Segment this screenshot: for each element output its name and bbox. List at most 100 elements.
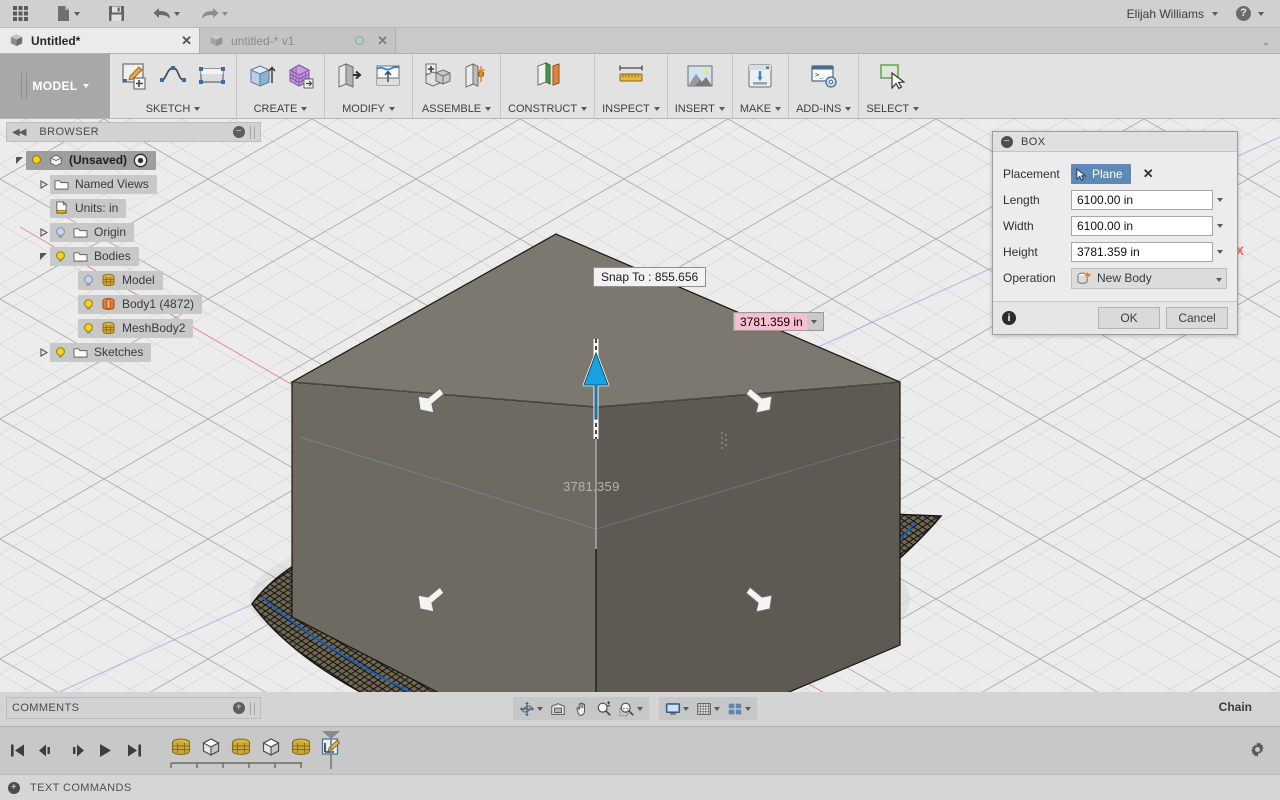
tree-pill[interactable]: Units: in: [50, 198, 127, 218]
zoom-window-caret-icon[interactable]: [637, 706, 643, 711]
rectangle-icon[interactable]: [195, 59, 229, 93]
box-dialog-titlebar[interactable]: − BOX: [993, 132, 1237, 152]
length-spinner-icon[interactable]: [1213, 190, 1227, 210]
workspace-switcher[interactable]: MODEL: [0, 54, 110, 118]
tree-pill[interactable]: Origin: [50, 222, 135, 242]
tree-pill[interactable]: Model: [78, 270, 163, 290]
split-face-icon[interactable]: [371, 59, 405, 93]
ribbon-group-label[interactable]: CREATE: [254, 103, 308, 118]
tree-pill[interactable]: (Unsaved): [26, 150, 157, 170]
width-spinner-icon[interactable]: [1213, 216, 1227, 236]
lightbulb-off-icon[interactable]: [54, 226, 67, 239]
tree-item-sketches[interactable]: Sketches: [6, 340, 261, 364]
dimension-caret-icon[interactable]: [807, 319, 821, 324]
ok-button[interactable]: OK: [1098, 307, 1160, 329]
step-back-icon[interactable]: [37, 740, 57, 762]
tree-item-units[interactable]: Units: in: [6, 196, 261, 220]
ribbon-group-label[interactable]: CONSTRUCT: [508, 103, 588, 118]
tab-close-icon[interactable]: ✕: [181, 34, 192, 47]
jump-end-icon[interactable]: [124, 740, 144, 762]
tree-pill[interactable]: MeshBody2: [78, 318, 194, 338]
grid-caret-icon[interactable]: [714, 706, 720, 711]
tree-item-bodies[interactable]: Bodies: [6, 244, 261, 268]
extrude-icon[interactable]: [244, 59, 278, 93]
select-icon[interactable]: [876, 59, 910, 93]
display-settings-icon[interactable]: [663, 698, 691, 719]
clear-placement-icon[interactable]: ✕: [1143, 166, 1154, 182]
pan-icon[interactable]: [571, 698, 591, 719]
height-spinner-icon[interactable]: [1213, 242, 1227, 262]
expand-arrow-down-icon[interactable]: [12, 156, 26, 165]
lightbulb-on-icon[interactable]: [54, 250, 67, 263]
save-icon[interactable]: [102, 1, 130, 27]
ribbon-group-label[interactable]: INSPECT: [602, 103, 660, 118]
tab-untitled-v1[interactable]: untitled-* v1 ✕: [200, 28, 396, 53]
expand-arrow-down-icon[interactable]: [36, 252, 50, 261]
dialog-collapse-icon[interactable]: −: [1001, 135, 1013, 148]
ribbon-group-label[interactable]: INSERT: [675, 103, 725, 118]
dimension-value[interactable]: 3781.359 in: [736, 313, 807, 330]
create-sketch-icon[interactable]: [117, 59, 151, 93]
browser-resize-grip[interactable]: [250, 125, 255, 139]
info-icon[interactable]: i: [1002, 311, 1016, 325]
length-input[interactable]: 6100.00 in: [1071, 190, 1213, 210]
tab-close-icon[interactable]: ✕: [377, 34, 388, 47]
ribbon-group-label[interactable]: ADD-INS: [796, 103, 852, 118]
tree-item-unsaved[interactable]: (Unsaved): [6, 148, 261, 172]
height-input[interactable]: 3781.359 in: [1071, 242, 1213, 262]
ribbon-group-label[interactable]: SKETCH: [146, 103, 201, 118]
operation-dropdown[interactable]: New Body: [1071, 267, 1227, 289]
press-pull-icon[interactable]: [332, 59, 366, 93]
lightbulb-on-icon[interactable]: [54, 346, 67, 359]
play-icon[interactable]: [95, 740, 115, 762]
orbit-icon[interactable]: [517, 698, 545, 719]
lightbulb-off-icon[interactable]: [82, 274, 95, 287]
joint-icon[interactable]: [459, 59, 493, 93]
tree-item-origin[interactable]: Origin: [6, 220, 261, 244]
new-component-icon[interactable]: [420, 59, 454, 93]
ribbon-group-label[interactable]: SELECT: [866, 103, 920, 118]
lightbulb-on-icon[interactable]: [82, 322, 95, 335]
gear-icon[interactable]: [1249, 741, 1266, 761]
tree-item-meshbody2[interactable]: MeshBody2: [6, 316, 261, 340]
grid-menu-icon[interactable]: [6, 1, 34, 27]
timeline-playhead[interactable]: [320, 730, 342, 770]
tree-item-named-views[interactable]: Named Views: [6, 172, 261, 196]
timeline-mesh-feature[interactable]: [228, 734, 254, 760]
timeline-solid-feature[interactable]: [198, 734, 224, 760]
zoom-window-icon[interactable]: [617, 698, 645, 719]
tree-item-model[interactable]: Model: [6, 268, 261, 292]
step-forward-icon[interactable]: [66, 740, 86, 762]
browser-minimize-icon[interactable]: −: [233, 126, 245, 138]
expand-arrow-right-icon[interactable]: [36, 347, 50, 357]
tree-pill[interactable]: Sketches: [50, 342, 152, 362]
timeline-mesh-feature[interactable]: [168, 734, 194, 760]
3d-print-icon[interactable]: [743, 59, 777, 93]
scripts-addins-icon[interactable]: >_: [807, 59, 841, 93]
comments-add-icon[interactable]: +: [233, 702, 245, 714]
placement-plane-chip[interactable]: Plane: [1071, 164, 1131, 184]
dimension-input-box[interactable]: 3781.359 in: [733, 312, 824, 331]
grid-snaps-icon[interactable]: [694, 698, 722, 719]
spline-icon[interactable]: [156, 59, 190, 93]
look-at-icon[interactable]: [548, 698, 568, 719]
file-icon[interactable]: [52, 1, 84, 27]
operation-caret-icon[interactable]: [1216, 271, 1222, 285]
orbit-caret-icon[interactable]: [537, 706, 543, 711]
create-mesh-icon[interactable]: [283, 59, 317, 93]
tree-pill[interactable]: Body1 (4872): [78, 294, 203, 314]
activate-target-icon[interactable]: [133, 153, 148, 168]
zoom-icon[interactable]: [594, 698, 614, 719]
comments-panel-header[interactable]: COMMENTS +: [6, 697, 261, 719]
text-commands-bar[interactable]: + TEXT COMMANDS: [0, 774, 1280, 800]
timeline-mesh-feature[interactable]: [288, 734, 314, 760]
tab-untitled[interactable]: Untitled* ✕: [0, 28, 200, 53]
offset-plane-icon[interactable]: [531, 59, 565, 93]
user-account-menu[interactable]: Elijah Williams: [1123, 1, 1222, 27]
viewports-caret-icon[interactable]: [745, 706, 751, 711]
tree-pill[interactable]: Bodies: [50, 246, 139, 266]
ribbon-group-label[interactable]: ASSEMBLE: [422, 103, 492, 118]
help-menu[interactable]: ?: [1232, 1, 1268, 27]
expand-arrow-right-icon[interactable]: [36, 179, 50, 189]
comments-resize-grip[interactable]: [250, 701, 255, 715]
